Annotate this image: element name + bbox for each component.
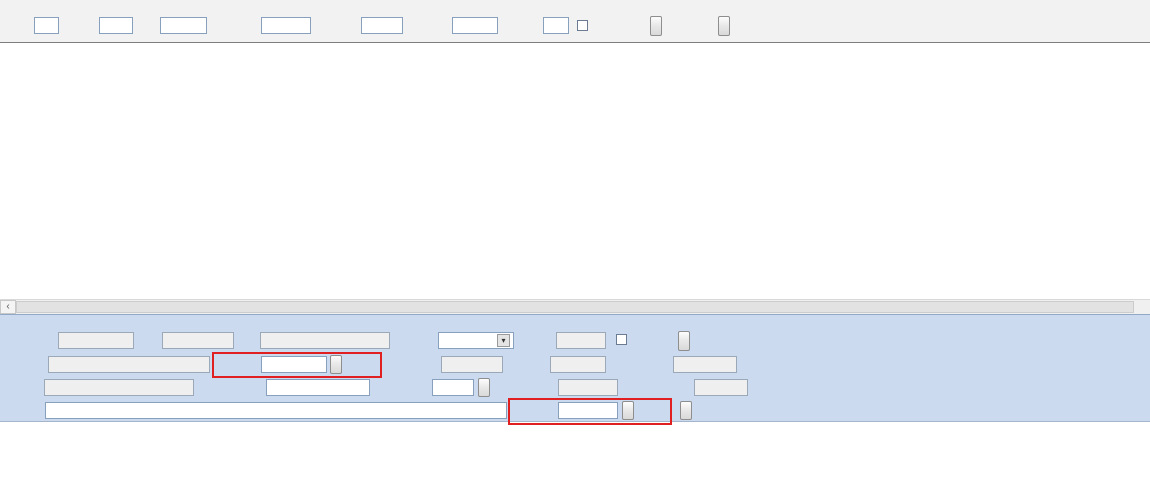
unit-price-input[interactable]	[432, 379, 474, 396]
split-location-button[interactable]	[680, 401, 692, 420]
inbound-no-input[interactable]	[58, 332, 134, 349]
app-window: ‹ ▾	[0, 0, 1150, 492]
inbound-confirm-checkbox[interactable]	[616, 334, 627, 345]
scroll-left-arrow-icon[interactable]: ‹	[0, 300, 16, 314]
color-filter-input[interactable]	[99, 17, 133, 34]
tax-total-input[interactable]	[673, 356, 737, 373]
actual-weight-share-button[interactable]	[622, 401, 634, 420]
supplier-input[interactable]	[44, 379, 194, 396]
fee-share-button[interactable]	[330, 355, 342, 374]
inbound-grid-area	[0, 421, 1150, 492]
inbound-panel: ▾	[0, 314, 1150, 492]
unfinished-checkbox[interactable]	[577, 20, 588, 31]
horizontal-scrollbar[interactable]: ‹	[0, 299, 1150, 314]
order-no-input[interactable]	[34, 17, 59, 34]
keeper-input[interactable]	[556, 332, 606, 349]
theory-total-input[interactable]	[558, 379, 618, 396]
total-amount-input[interactable]	[441, 356, 503, 373]
remark-filter-input[interactable]	[160, 17, 207, 34]
copy-warehouse-location-button[interactable]	[678, 331, 690, 351]
purchase-order-grid-area	[0, 42, 1150, 299]
contact-input[interactable]	[266, 379, 370, 396]
profile-code-filter-input[interactable]	[361, 17, 403, 34]
filter-by-condition-button[interactable]	[650, 16, 662, 36]
qty-total-input[interactable]	[694, 379, 748, 396]
profile-name-filter-input[interactable]	[452, 17, 498, 34]
batch-inbound-button[interactable]	[718, 16, 730, 36]
fee-input[interactable]	[261, 356, 327, 373]
remark-input[interactable]	[45, 402, 507, 419]
date-picker[interactable]: ▾	[438, 332, 514, 349]
manufacturer-filter-input[interactable]	[261, 17, 311, 34]
reset-button[interactable]	[478, 378, 490, 397]
scrollbar-thumb[interactable]	[16, 301, 1134, 313]
length-filter-input[interactable]	[543, 17, 569, 34]
calendar-dropdown-icon[interactable]: ▾	[497, 334, 510, 347]
project-name-input[interactable]	[260, 332, 390, 349]
tax-input[interactable]	[550, 356, 606, 373]
project-no-input[interactable]	[162, 332, 234, 349]
factory-input[interactable]	[48, 356, 210, 373]
actual-total-input[interactable]	[558, 402, 618, 419]
